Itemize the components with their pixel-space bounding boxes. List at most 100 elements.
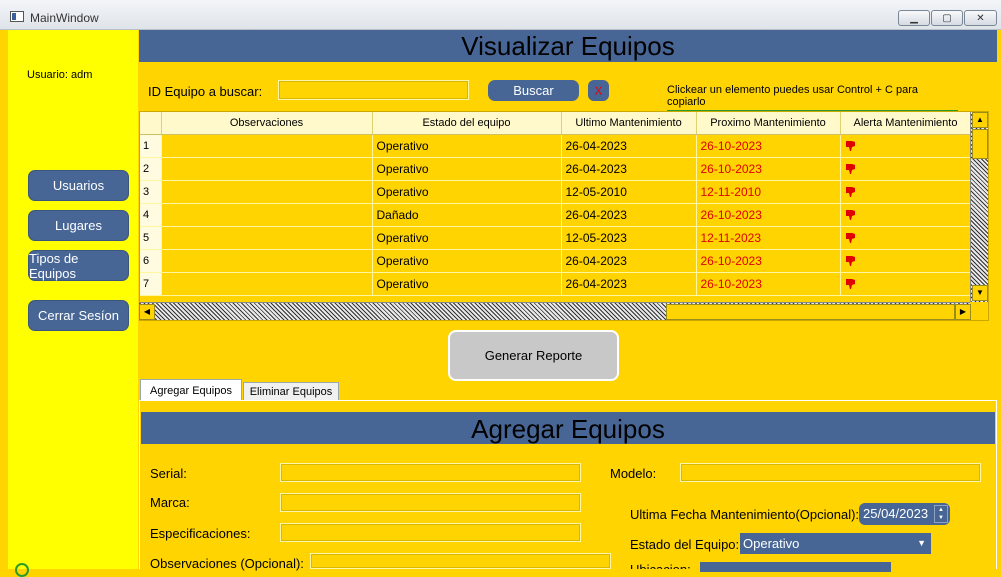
cell-ultimo-mantenimiento[interactable]: 26-04-2023 (561, 134, 697, 158)
table-row[interactable]: 5 Operativo 12-05-2023 12-11-2023 (140, 226, 972, 250)
fecha-mantenimiento-date-picker[interactable]: 25/04/2023 ▲ ▼ (859, 503, 950, 525)
date-spinner-icon[interactable]: ▲ ▼ (934, 505, 948, 523)
lugares-button[interactable]: Lugares (28, 210, 129, 241)
cell-observaciones[interactable] (161, 249, 373, 273)
cell-observaciones[interactable] (161, 203, 373, 227)
observaciones-field[interactable] (310, 553, 611, 569)
row-number[interactable]: 1 (140, 134, 162, 158)
table-row[interactable]: 2 Operativo 26-04-2023 26-10-2023 (140, 157, 972, 181)
serial-label: Serial: (150, 466, 187, 481)
cell-estado[interactable]: Operativo (372, 249, 562, 273)
cell-estado[interactable]: Operativo (372, 272, 562, 296)
generar-reporte-button[interactable]: Generar Reporte (448, 330, 619, 381)
clear-search-button[interactable]: X (588, 80, 609, 101)
vertical-scroll-thumb[interactable] (972, 129, 988, 159)
cell-ultimo-mantenimiento[interactable]: 12-05-2023 (561, 226, 697, 250)
cell-estado[interactable]: Operativo (372, 226, 562, 250)
cell-proximo-mantenimiento[interactable]: 26-10-2023 (696, 134, 841, 158)
window-title: MainWindow (30, 11, 99, 25)
tab-eliminar-equipos[interactable]: Eliminar Equipos (243, 382, 339, 401)
horizontal-scroll-thumb[interactable] (666, 304, 955, 320)
marca-label: Marca: (150, 495, 190, 510)
cell-proximo-mantenimiento[interactable]: 26-10-2023 (696, 272, 841, 296)
tab-agregar-equipos[interactable]: Agregar Equipos (140, 379, 242, 402)
cell-alerta-mantenimiento[interactable] (840, 180, 972, 204)
ubicacion-select[interactable] (700, 562, 891, 572)
cell-estado[interactable]: Operativo (372, 134, 562, 158)
fecha-mantenimiento-label: Ultima Fecha Mantenimiento(Opcional): (630, 507, 860, 522)
scroll-left-arrow-icon[interactable]: ◀ (139, 304, 155, 320)
cell-observaciones[interactable] (161, 226, 373, 250)
cell-alerta-mantenimiento[interactable] (840, 249, 972, 273)
row-number[interactable]: 6 (140, 249, 162, 273)
table-header-row: Observaciones Estado del equipo Ultimo M… (140, 112, 972, 135)
table-row[interactable]: 3 Operativo 12-05-2010 12-11-2010 (140, 180, 972, 204)
search-label: ID Equipo a buscar: (148, 84, 263, 99)
cell-proximo-mantenimiento[interactable]: 26-10-2023 (696, 203, 841, 227)
column-header-ultimo[interactable]: Ultimo Mantenimiento (561, 112, 697, 135)
thumbs-down-icon (845, 185, 856, 199)
tipos-equipos-button[interactable]: Tipos de Equipos (28, 250, 129, 281)
row-number[interactable]: 5 (140, 226, 162, 250)
cell-ultimo-mantenimiento[interactable]: 26-04-2023 (561, 272, 697, 296)
scroll-up-arrow-icon[interactable]: ▲ (972, 112, 988, 128)
table-vertical-scrollbar[interactable]: ▲ ▼ (970, 112, 988, 302)
row-number[interactable]: 3 (140, 180, 162, 204)
estado-equipo-select[interactable]: Operativo ▼ (740, 533, 931, 554)
table-row[interactable]: 7 Operativo 26-04-2023 26-10-2023 (140, 272, 972, 296)
scroll-down-arrow-icon[interactable]: ▼ (972, 285, 988, 301)
table-horizontal-scrollbar[interactable]: ◀ ▶ (139, 302, 971, 320)
cerrar-sesion-button[interactable]: Cerrar Sesíon (28, 300, 129, 331)
cell-observaciones[interactable] (161, 272, 373, 296)
cell-proximo-mantenimiento[interactable]: 12-11-2010 (696, 180, 841, 204)
cell-ultimo-mantenimiento[interactable]: 12-05-2010 (561, 180, 697, 204)
cell-alerta-mantenimiento[interactable] (840, 134, 972, 158)
close-window-button[interactable]: ✕ (964, 10, 997, 26)
cell-alerta-mantenimiento[interactable] (840, 157, 972, 181)
cell-ultimo-mantenimiento[interactable]: 26-04-2023 (561, 157, 697, 181)
especificaciones-field[interactable] (280, 523, 581, 542)
cell-estado[interactable]: Operativo (372, 157, 562, 181)
marca-field[interactable] (280, 493, 581, 512)
cell-alerta-mantenimiento[interactable] (840, 203, 972, 227)
cell-proximo-mantenimiento[interactable]: 26-10-2023 (696, 157, 841, 181)
cell-proximo-mantenimiento[interactable]: 26-10-2023 (696, 249, 841, 273)
cell-proximo-mantenimiento[interactable]: 12-11-2023 (696, 226, 841, 250)
cell-ultimo-mantenimiento[interactable]: 26-04-2023 (561, 249, 697, 273)
cell-ultimo-mantenimiento[interactable]: 26-04-2023 (561, 203, 697, 227)
form-title: Agregar Equipos (141, 412, 995, 444)
row-number[interactable]: 7 (140, 272, 162, 296)
search-input[interactable] (278, 80, 469, 100)
cell-observaciones[interactable] (161, 157, 373, 181)
table-row[interactable]: 6 Operativo 26-04-2023 26-10-2023 (140, 249, 972, 273)
column-header-alerta[interactable]: Alerta Mantenimiento (840, 112, 972, 135)
maximize-button[interactable]: ▢ (931, 10, 963, 26)
cell-observaciones[interactable] (161, 180, 373, 204)
copy-hint: Clickear un elemento puedes usar Control… (667, 84, 958, 111)
modelo-label: Modelo: (610, 466, 657, 481)
table-row[interactable]: 1 Operativo 26-04-2023 26-10-2023 (140, 134, 972, 158)
table-row[interactable]: 4 Dañado 26-04-2023 26-10-2023 (140, 203, 972, 227)
cell-estado[interactable]: Dañado (372, 203, 562, 227)
buscar-button[interactable]: Buscar (488, 80, 579, 101)
cell-alerta-mantenimiento[interactable] (840, 272, 972, 296)
row-number[interactable]: 4 (140, 203, 162, 227)
row-number[interactable]: 2 (140, 157, 162, 181)
minimize-button[interactable]: ▁ (898, 10, 930, 26)
especificaciones-label: Especificaciones: (150, 526, 251, 541)
corner-header (140, 112, 162, 135)
thumbs-down-icon (845, 277, 856, 291)
equipos-table[interactable]: Observaciones Estado del equipo Ultimo M… (139, 111, 989, 321)
cell-alerta-mantenimiento[interactable] (840, 226, 972, 250)
cell-observaciones[interactable] (161, 134, 373, 158)
column-header-proximo[interactable]: Proximo Mantenimiento (696, 112, 841, 135)
scroll-right-arrow-icon[interactable]: ▶ (955, 304, 971, 320)
column-header-estado[interactable]: Estado del equipo (372, 112, 562, 135)
ubicacion-label: Ubicacion: (630, 562, 691, 569)
serial-field[interactable] (280, 463, 581, 482)
chevron-down-icon: ▼ (917, 538, 926, 548)
cell-estado[interactable]: Operativo (372, 180, 562, 204)
column-header-observaciones[interactable]: Observaciones (161, 112, 373, 135)
modelo-field[interactable] (680, 463, 981, 482)
usuarios-button[interactable]: Usuarios (28, 170, 129, 201)
